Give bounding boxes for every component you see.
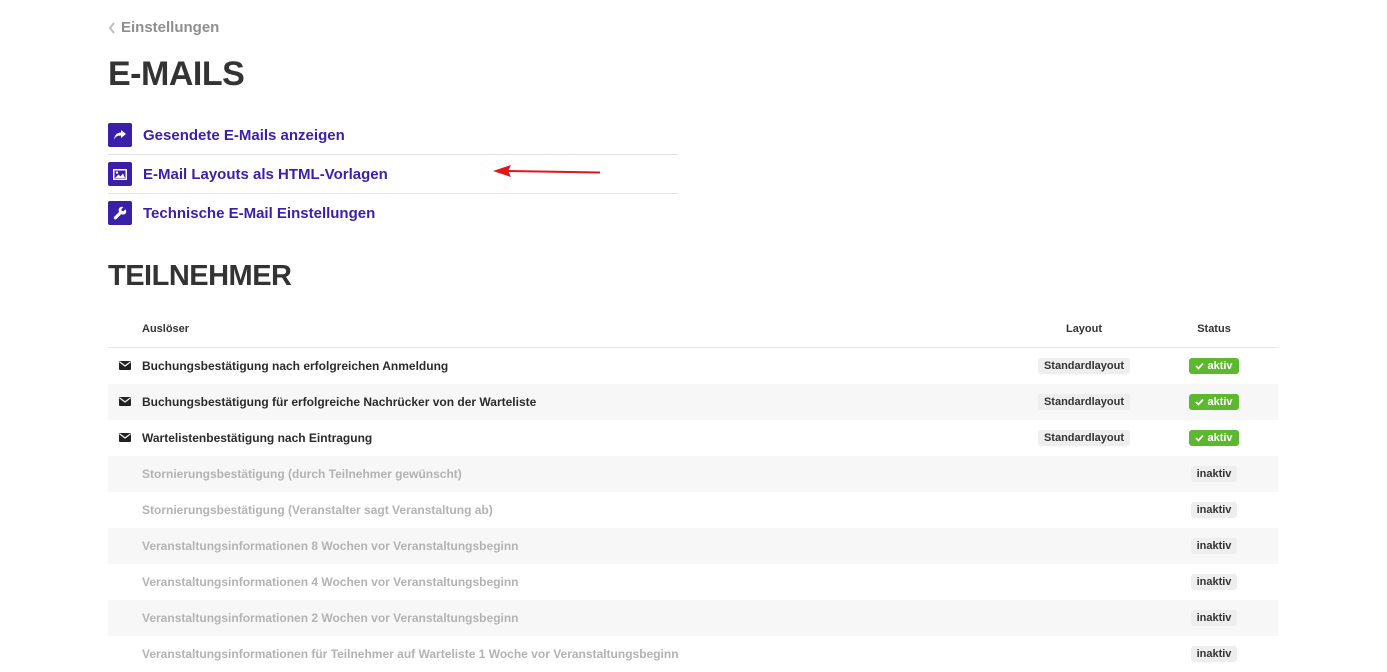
- status-badge-active[interactable]: aktiv: [1189, 394, 1239, 410]
- header-status: Status: [1197, 322, 1231, 335]
- status-badge-inactive[interactable]: inaktiv: [1190, 610, 1238, 626]
- table-row[interactable]: Veranstaltungsinformationen 8 Wochen vor…: [108, 528, 1278, 564]
- share-arrow-icon: [108, 123, 132, 147]
- chevron-left-icon: [108, 21, 115, 34]
- status-badge-active[interactable]: aktiv: [1189, 430, 1239, 446]
- link-technical-settings[interactable]: Technische E-Mail Einstellungen: [108, 194, 678, 232]
- table-row[interactable]: Buchungsbestätigung nach erfolgreichen A…: [108, 348, 1278, 384]
- status-badge-inactive[interactable]: inaktiv: [1190, 574, 1238, 590]
- check-icon: [1195, 398, 1207, 406]
- table-row[interactable]: Wartelistenbestätigung nach Eintragung St…: [108, 420, 1278, 456]
- link-label: E-Mail Layouts als HTML-Vorlagen: [143, 165, 388, 183]
- header-trigger: Auslöser: [142, 322, 190, 335]
- wrench-icon: [108, 201, 132, 225]
- table-header: Auslöser Layout Status: [108, 310, 1278, 348]
- status-label: inaktiv: [1196, 540, 1232, 552]
- check-icon: [1195, 434, 1207, 442]
- link-sent-emails[interactable]: Gesendete E-Mails anzeigen: [108, 116, 678, 155]
- table-body: Buchungsbestätigung nach erfolgreichen A…: [108, 348, 1278, 672]
- trigger-name[interactable]: Stornierungsbestätigung (Veranstalter sa…: [142, 503, 1018, 517]
- trigger-name[interactable]: Veranstaltungsinformationen 2 Wochen vor…: [142, 611, 1018, 625]
- section-title-participants: TEILNEHMER: [108, 260, 292, 292]
- envelope-icon: [119, 431, 131, 445]
- trigger-name[interactable]: Buchungsbestätigung nach erfolgreichen A…: [142, 359, 1018, 373]
- email-trigger-table: Auslöser Layout Status Buchungsbestätigu…: [108, 310, 1278, 672]
- layout-badge: Standardlayout: [1037, 430, 1131, 446]
- layout-badge: Standardlayout: [1037, 394, 1131, 410]
- status-label: inaktiv: [1196, 576, 1232, 588]
- header-layout: Layout: [1065, 322, 1103, 335]
- breadcrumb-label: Einstellungen: [121, 19, 220, 36]
- table-row[interactable]: Stornierungsbestätigung (durch Teilnehme…: [108, 456, 1278, 492]
- status-badge-inactive[interactable]: inaktiv: [1190, 466, 1238, 482]
- trigger-name[interactable]: Stornierungsbestätigung (durch Teilnehme…: [142, 467, 1018, 481]
- status-badge-inactive[interactable]: inaktiv: [1190, 646, 1238, 662]
- image-icon: [108, 162, 132, 186]
- table-row[interactable]: Stornierungsbestätigung (Veranstalter sa…: [108, 492, 1278, 528]
- status-badge-inactive[interactable]: inaktiv: [1190, 538, 1238, 554]
- table-row[interactable]: Veranstaltungsinformationen für Teilnehm…: [108, 636, 1278, 672]
- table-row[interactable]: Veranstaltungsinformationen 4 Wochen vor…: [108, 564, 1278, 600]
- breadcrumb[interactable]: Einstellungen: [108, 19, 219, 36]
- link-label: Gesendete E-Mails anzeigen: [143, 126, 345, 144]
- table-row[interactable]: Buchungsbestätigung für erfolgreiche Nac…: [108, 384, 1278, 420]
- envelope-icon: [119, 395, 131, 409]
- layout-badge: Standardlayout: [1037, 358, 1131, 374]
- status-label: inaktiv: [1196, 504, 1232, 516]
- status-label: aktiv: [1207, 360, 1233, 372]
- trigger-name[interactable]: Veranstaltungsinformationen für Teilnehm…: [142, 647, 1018, 661]
- status-label: inaktiv: [1196, 612, 1232, 624]
- check-icon: [1195, 362, 1207, 370]
- status-label: aktiv: [1207, 432, 1233, 444]
- table-row[interactable]: Veranstaltungsinformationen 2 Wochen vor…: [108, 600, 1278, 636]
- status-label: inaktiv: [1196, 468, 1232, 480]
- trigger-name[interactable]: Buchungsbestätigung für erfolgreiche Nac…: [142, 395, 1018, 409]
- trigger-name[interactable]: Veranstaltungsinformationen 4 Wochen vor…: [142, 575, 1018, 589]
- status-label: inaktiv: [1196, 648, 1232, 660]
- trigger-name[interactable]: Veranstaltungsinformationen 8 Wochen vor…: [142, 539, 1018, 553]
- trigger-name[interactable]: Wartelistenbestätigung nach Eintragung: [142, 431, 1018, 445]
- page-title: E-MAILS: [108, 55, 245, 93]
- envelope-icon: [119, 359, 131, 373]
- annotation-arrow: [493, 165, 601, 177]
- status-badge-active[interactable]: aktiv: [1189, 358, 1239, 374]
- link-label: Technische E-Mail Einstellungen: [143, 204, 376, 222]
- status-label: aktiv: [1207, 396, 1233, 408]
- status-badge-inactive[interactable]: inaktiv: [1190, 502, 1238, 518]
